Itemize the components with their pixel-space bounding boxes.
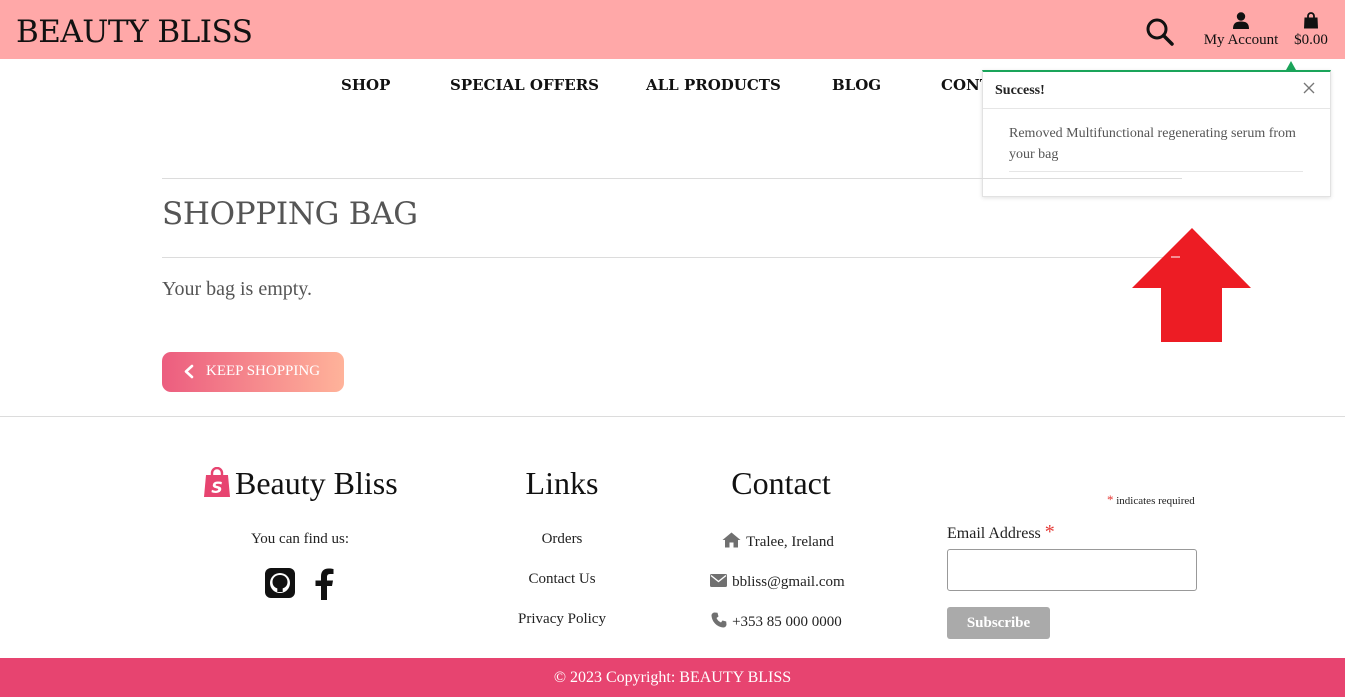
search-button[interactable] xyxy=(1144,16,1176,48)
nav-item-special-offers[interactable]: SPECIAL OFFERS xyxy=(450,76,599,94)
toast-message: Removed Multifunctional regenerating ser… xyxy=(1009,123,1303,172)
page-title: SHOPPING BAG xyxy=(162,196,418,232)
required-note-text: indicates required xyxy=(1116,495,1195,507)
envelope-icon xyxy=(710,574,727,587)
keep-shopping-button[interactable]: KEEP SHOPPING xyxy=(162,352,344,392)
nav-item-blog[interactable]: BLOG xyxy=(832,76,881,94)
contact-phone-text: +353 85 000 0000 xyxy=(732,614,842,630)
footer-link-privacy-policy[interactable]: Privacy Policy xyxy=(462,611,662,628)
contact-email: bbliss@gmail.com xyxy=(710,571,845,591)
facebook-link[interactable] xyxy=(313,568,335,600)
title-divider-top xyxy=(162,178,1182,179)
top-header: BEAUTY BLISS My Account $0.00 xyxy=(0,0,1345,59)
phone-icon xyxy=(711,612,727,628)
bag-total: $0.00 xyxy=(1294,32,1328,48)
shopify-bag-icon: S xyxy=(204,467,230,497)
github-link[interactable] xyxy=(265,568,295,598)
footer-link-orders[interactable]: Orders xyxy=(462,531,662,548)
shopping-bag-button[interactable]: $0.00 xyxy=(1290,10,1332,54)
home-icon xyxy=(722,532,741,548)
copyright-text: © 2023 Copyright: BEAUTY BLISS xyxy=(553,669,792,686)
user-icon xyxy=(1233,12,1249,29)
footer-links-heading: Links xyxy=(525,465,599,501)
chevron-left-icon xyxy=(184,364,194,379)
toast-title: Success! xyxy=(995,83,1045,98)
brand-logo[interactable]: BEAUTY BLISS xyxy=(16,14,253,50)
search-icon xyxy=(1146,18,1174,46)
subscribe-button[interactable]: Subscribe xyxy=(947,607,1050,639)
contact-email-text[interactable]: bbliss@gmail.com xyxy=(732,574,845,590)
contact-location-text: Tralee, Ireland xyxy=(746,534,834,550)
email-label-text: Email Address xyxy=(947,525,1041,542)
facebook-icon xyxy=(315,568,334,600)
nav-item-shop[interactable]: SHOP xyxy=(341,76,390,94)
required-note: * indicates required xyxy=(1107,492,1195,508)
toast-pointer xyxy=(1286,61,1296,70)
contact-location: Tralee, Ireland xyxy=(722,531,834,551)
shopping-bag-icon xyxy=(1304,12,1318,29)
footer-contact-heading: Contact xyxy=(731,465,831,501)
required-star: * xyxy=(1107,492,1114,507)
email-address-label: Email Address * xyxy=(947,521,1055,544)
nav-item-all-products[interactable]: ALL PRODUCTS xyxy=(646,76,781,94)
github-icon xyxy=(265,568,295,598)
keep-shopping-label: KEEP SHOPPING xyxy=(206,363,321,379)
my-account-button[interactable]: My Account xyxy=(1198,10,1284,54)
footer-divider xyxy=(0,416,1345,417)
footer-link-contact-us[interactable]: Contact Us xyxy=(462,571,662,588)
footer-brand-column: S Beauty Bliss xyxy=(200,465,400,505)
toast-header: Success! xyxy=(983,72,1330,109)
footer-brand-heading: Beauty Bliss xyxy=(235,465,398,501)
newsletter-email-input[interactable] xyxy=(947,549,1197,591)
email-required-star: * xyxy=(1044,521,1055,543)
title-divider-bottom xyxy=(162,257,1182,258)
svg-text:S: S xyxy=(211,478,223,497)
empty-bag-message: Your bag is empty. xyxy=(162,278,313,300)
annotation-arrow-up-icon xyxy=(1132,228,1251,342)
close-icon[interactable] xyxy=(1302,81,1316,95)
contact-phone: +353 85 000 0000 xyxy=(711,611,842,631)
my-account-label: My Account xyxy=(1203,32,1279,48)
find-us-label: You can find us: xyxy=(250,531,350,547)
